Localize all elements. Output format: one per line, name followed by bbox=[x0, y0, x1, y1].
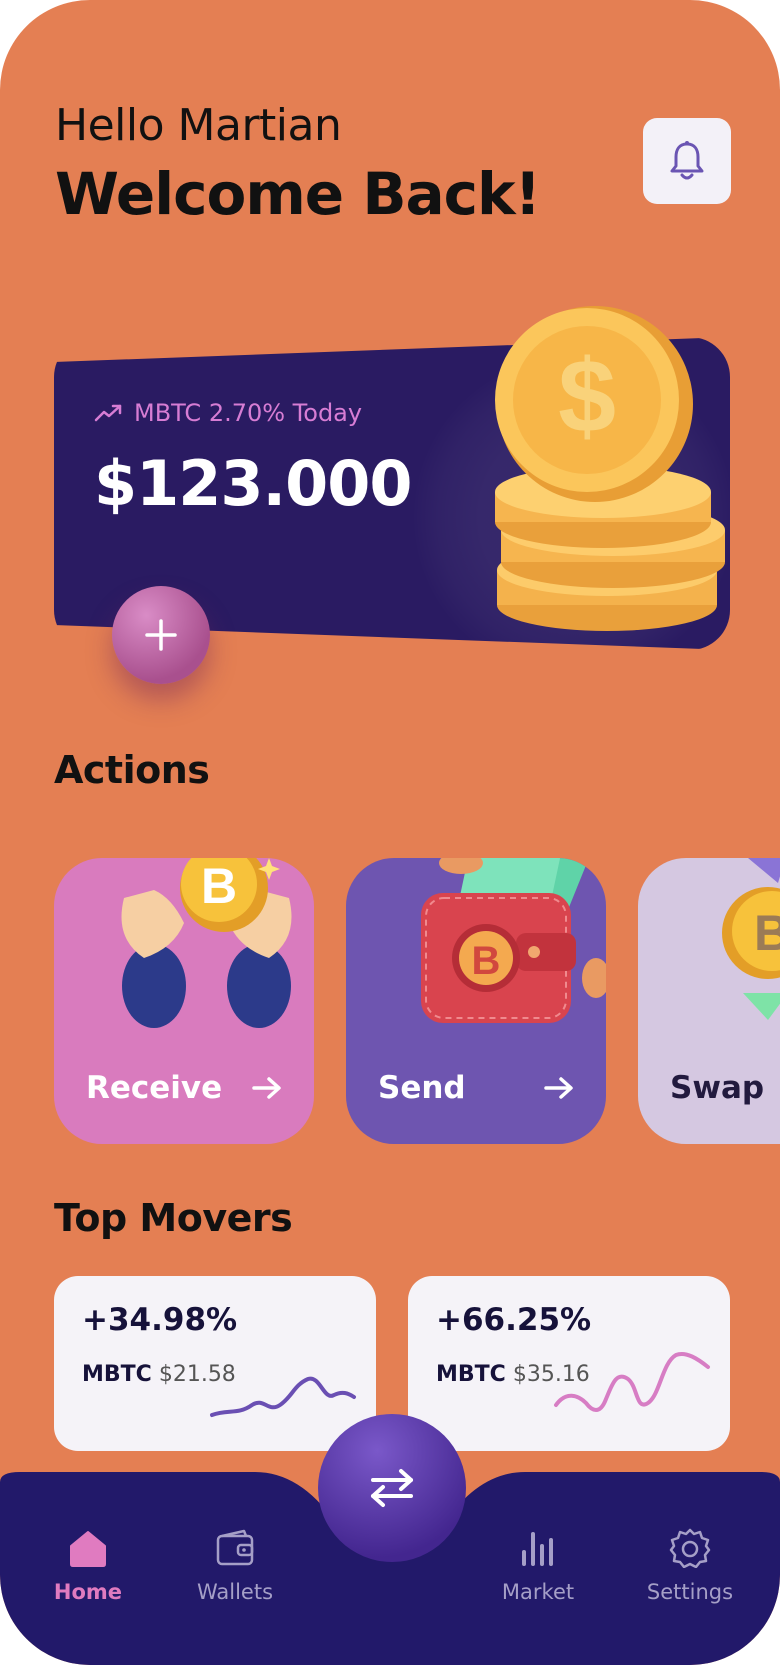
mover-symbol: MBTC bbox=[82, 1362, 152, 1387]
arrow-right-icon bbox=[252, 1077, 281, 1099]
nav-settings[interactable]: Settings bbox=[625, 1528, 755, 1628]
svg-text:$: $ bbox=[558, 339, 616, 455]
app-screen: Hello Martian Welcome Back! MBTC 2.70% T… bbox=[0, 0, 780, 1665]
gear-icon bbox=[669, 1528, 711, 1568]
mover-symbol: MBTC bbox=[436, 1362, 506, 1387]
mover-card[interactable]: +34.98% MBTC $21.58 bbox=[54, 1276, 376, 1451]
swap-fab-button[interactable] bbox=[318, 1414, 466, 1562]
wallet-cash-illustration: B bbox=[421, 858, 606, 1023]
swap-arrows-icon bbox=[371, 1469, 413, 1507]
actions-title: Actions bbox=[54, 748, 210, 792]
welcome-title: Welcome Back! bbox=[55, 160, 541, 228]
svg-text:B: B bbox=[472, 939, 501, 983]
swap-card[interactable]: B Swap bbox=[638, 858, 780, 1144]
balance-amount: $123.000 bbox=[94, 447, 413, 520]
nav-label: Home bbox=[53, 1580, 123, 1604]
greeting-text: Hello Martian bbox=[55, 100, 342, 151]
notifications-button[interactable] bbox=[643, 118, 731, 204]
receive-label: Receive bbox=[86, 1070, 223, 1106]
add-funds-button[interactable] bbox=[112, 586, 210, 684]
mover-change: +66.25% bbox=[436, 1302, 592, 1338]
coin-stack-illustration: $ bbox=[495, 306, 725, 631]
nav-home[interactable]: Home bbox=[23, 1528, 153, 1628]
swap-coin-illustration: B bbox=[722, 858, 780, 1020]
home-icon bbox=[70, 1531, 106, 1567]
send-card[interactable]: B Send bbox=[346, 858, 606, 1144]
swap-label: Swap bbox=[670, 1070, 765, 1106]
sparkline bbox=[554, 1352, 710, 1412]
trend-text: MBTC 2.70% Today bbox=[134, 399, 363, 427]
nav-label: Wallets bbox=[196, 1580, 274, 1604]
bell-icon bbox=[670, 141, 704, 180]
wallet-icon bbox=[216, 1529, 254, 1566]
mover-card[interactable]: +66.25% MBTC $35.16 bbox=[408, 1276, 730, 1451]
trend-row: MBTC 2.70% Today bbox=[94, 399, 362, 427]
receive-bitcoin-illustration: B bbox=[121, 858, 292, 1028]
send-label: Send bbox=[378, 1070, 466, 1106]
mover-change: +34.98% bbox=[82, 1302, 238, 1338]
svg-text:B: B bbox=[201, 858, 237, 914]
nav-market[interactable]: Market bbox=[473, 1528, 603, 1628]
nav-label: Settings bbox=[646, 1580, 734, 1604]
arrow-right-icon bbox=[544, 1077, 573, 1099]
receive-card[interactable]: B Receive bbox=[54, 858, 314, 1144]
plus-icon bbox=[145, 619, 177, 651]
bar-chart-icon bbox=[522, 1532, 553, 1566]
sparkline bbox=[210, 1376, 356, 1417]
top-movers-title: Top Movers bbox=[54, 1196, 293, 1240]
nav-label: Market bbox=[501, 1580, 575, 1604]
nav-wallets[interactable]: Wallets bbox=[170, 1528, 300, 1628]
svg-text:B: B bbox=[754, 905, 780, 961]
trending-up-icon bbox=[94, 404, 122, 422]
